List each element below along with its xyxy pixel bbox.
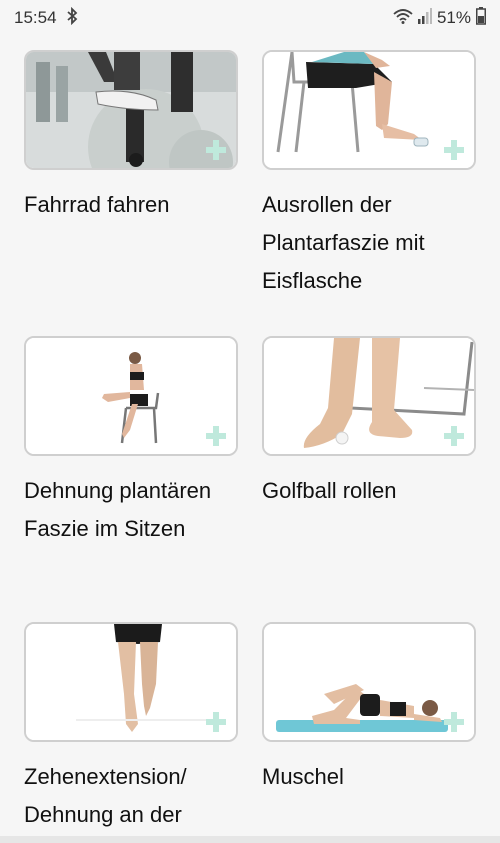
exercise-card-eisflasche[interactable]: Ausrollen der Plantarfaszie mit Eisflasc… bbox=[262, 50, 476, 300]
exercise-thumbnail[interactable] bbox=[262, 50, 476, 170]
bluetooth-icon bbox=[65, 6, 79, 30]
battery-percent: 51% bbox=[436, 8, 471, 27]
add-exercise-icon[interactable] bbox=[444, 712, 464, 732]
exercise-thumbnail[interactable] bbox=[24, 336, 238, 456]
battery-icon bbox=[476, 6, 486, 30]
exercise-title: Dehnung plantären Faszie im Sitzen bbox=[24, 478, 212, 541]
exercise-card-muschel[interactable]: Muschel bbox=[262, 622, 476, 796]
status-time: 15:54 bbox=[14, 8, 57, 27]
exercise-title: Ausrollen der Plantarfaszie mit Eisflasc… bbox=[262, 192, 425, 293]
status-bar: 15:54 51% bbox=[0, 0, 500, 36]
add-exercise-icon[interactable] bbox=[444, 140, 464, 160]
exercise-thumbnail[interactable] bbox=[24, 50, 238, 170]
exercise-grid: Fahrrad fahren Ausrollen der Plantarfasz… bbox=[0, 36, 500, 836]
exercise-card-golfball[interactable]: Golfball rollen bbox=[262, 336, 476, 510]
wifi-icon bbox=[393, 8, 413, 29]
add-exercise-icon[interactable] bbox=[444, 426, 464, 446]
exercise-title: Golfball rollen bbox=[262, 478, 397, 503]
exercise-card-fahrrad[interactable]: Fahrrad fahren bbox=[24, 50, 238, 224]
bottom-divider bbox=[0, 836, 500, 843]
add-exercise-icon[interactable] bbox=[206, 712, 226, 732]
exercise-card-dehnung-sitzen[interactable]: Dehnung plantären Faszie im Sitzen bbox=[24, 336, 238, 548]
exercise-thumbnail[interactable] bbox=[262, 622, 476, 742]
signal-icon bbox=[417, 7, 432, 29]
exercise-thumbnail[interactable] bbox=[24, 622, 238, 742]
exercise-title: Zehenextension/ Dehnung an der bbox=[24, 764, 187, 827]
exercise-card-zehenextension[interactable]: Zehenextension/ Dehnung an der bbox=[24, 622, 238, 834]
exercise-title: Fahrrad fahren bbox=[24, 192, 170, 217]
add-exercise-icon[interactable] bbox=[206, 426, 226, 446]
exercise-thumbnail[interactable] bbox=[262, 336, 476, 456]
exercise-title: Muschel bbox=[262, 764, 344, 789]
add-exercise-icon[interactable] bbox=[206, 140, 226, 160]
